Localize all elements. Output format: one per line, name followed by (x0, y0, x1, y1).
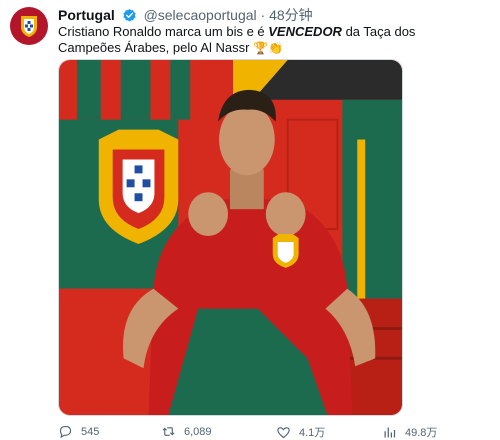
like-count: 4.1万 (299, 427, 326, 439)
heart-icon (277, 426, 290, 438)
avatar[interactable] (10, 7, 48, 45)
tweet[interactable]: Portugal @selecaoportugal · 48分钟 Cristia… (0, 0, 500, 440)
retweet-count: 6,089 (184, 425, 212, 438)
views-chart-icon (384, 427, 396, 437)
author-handle[interactable]: @selecaoportugal (144, 7, 257, 23)
header-separator: · (260, 7, 266, 23)
retweet-button[interactable]: 6,089 (161, 424, 212, 439)
tweet-media-image[interactable] (58, 59, 403, 416)
player-photo-icon (59, 60, 402, 415)
retweet-icon (162, 427, 175, 436)
views-count: 49.8万 (405, 427, 438, 439)
portugal-crest-icon (21, 16, 37, 37)
tweet-actions: 545 6,089 4.1万 49.8万 (58, 424, 478, 440)
verified-badge-icon (123, 8, 136, 22)
views-button[interactable]: 49.8万 (382, 424, 437, 440)
reply-button[interactable]: 545 (58, 424, 99, 439)
tweet-text: Cristiano Ronaldo marca um bis e é VENCE… (58, 24, 478, 56)
tweet-header: Portugal @selecaoportugal · 48分钟 (58, 7, 313, 23)
trophy-clap-emoji: 🏆👏 (253, 41, 283, 55)
tweet-text-emphasis: VENCEDOR (268, 24, 342, 39)
reply-count: 545 (81, 425, 100, 438)
tweet-timestamp[interactable]: 48分钟 (269, 7, 313, 23)
reply-icon (59, 425, 72, 439)
author-name[interactable]: Portugal (58, 7, 115, 23)
like-button[interactable]: 4.1万 (276, 424, 325, 440)
tweet-text-part1: Cristiano Ronaldo marca um bis e é (58, 24, 269, 39)
